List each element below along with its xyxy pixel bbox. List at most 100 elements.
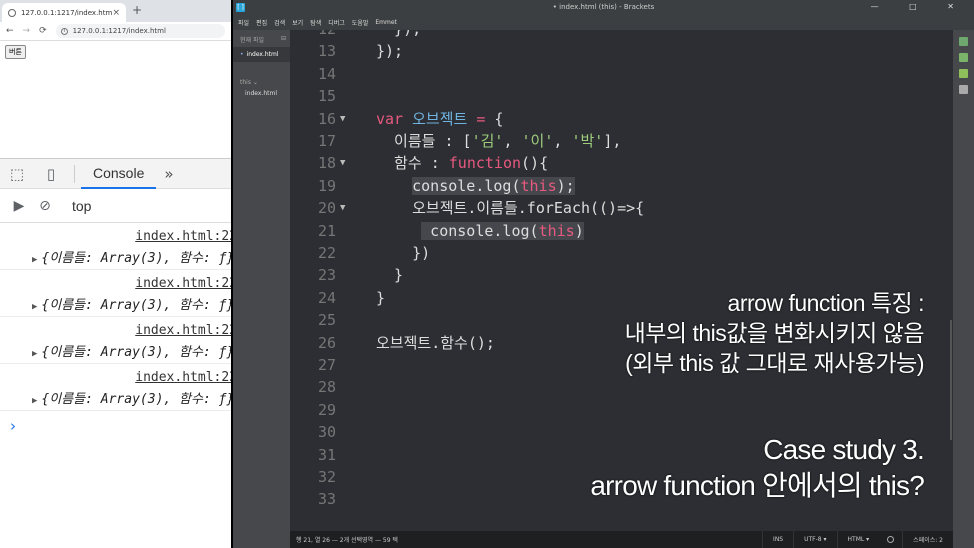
code-line[interactable]: 28	[290, 376, 950, 398]
expand-triangle-icon[interactable]: ▶	[32, 349, 37, 359]
line-number: 25	[317, 311, 336, 330]
tab-strip: 127.0.0.1:1217/index.html × +	[0, 0, 231, 22]
expand-triangle-icon[interactable]: ▶	[32, 255, 37, 265]
devtools-panel: ⬚ ▯ Console » ▶ ⊘ top index.html:22 ▶ {이름들…	[0, 158, 231, 548]
window-controls[interactable]: — □ ✕	[871, 2, 968, 11]
back-icon[interactable]: ←	[6, 26, 14, 36]
inspect-element-icon[interactable]: ⬚	[0, 159, 34, 189]
fold-arrow-icon[interactable]: ▼	[340, 108, 345, 130]
fold-arrow-icon[interactable]: ▼	[340, 197, 345, 219]
console-log-entry: index.html:22 ▶ {이름들: Array(3), 함수: ƒ}	[0, 317, 231, 364]
console-log-entry: index.html:22 ▶ {이름들: Array(3), 함수: ƒ}	[0, 364, 231, 411]
line-number: 17	[317, 132, 336, 150]
line-number: 30	[317, 423, 336, 442]
log-source-link[interactable]: index.html:22	[135, 276, 231, 291]
annotation-line: arrow function 안에서의 this?	[590, 470, 924, 501]
expand-triangle-icon[interactable]: ▶	[32, 302, 37, 312]
project-file-item[interactable]: index.html	[233, 86, 290, 101]
code-text: }	[376, 266, 404, 285]
annotation-line: 내부의 this값을 변화시키지 않음	[624, 320, 925, 346]
log-object[interactable]: ▶ {이름들: Array(3), 함수: ƒ}	[32, 294, 231, 313]
log-object[interactable]: ▶ {이름들: Array(3), 함수: ƒ}	[32, 388, 231, 407]
code-text: })	[376, 244, 431, 262]
log-source-link[interactable]: index.html:22	[135, 323, 231, 338]
log-source-link[interactable]: index.html:22	[135, 229, 231, 244]
forward-icon[interactable]: →	[23, 26, 31, 36]
extension-icon[interactable]	[959, 69, 968, 78]
menu-item[interactable]: 검색	[274, 18, 285, 27]
code-line[interactable]: 12 });	[290, 30, 950, 40]
line-number: 20	[317, 199, 336, 218]
status-bar: 행 21, 열 26 — 2개 선택영역 — 59 텍 INS UTF-8 ▾ …	[290, 531, 953, 548]
context-selector[interactable]: top	[72, 198, 91, 214]
tab-console[interactable]: Console	[81, 159, 157, 189]
log-source-link[interactable]: index.html:22	[135, 370, 231, 385]
menu-item[interactable]: 편집	[256, 18, 267, 27]
split-view-icon[interactable]: ⊟	[281, 35, 286, 42]
menu-item[interactable]: 파일	[238, 18, 249, 27]
scroll-thumb[interactable]	[950, 320, 952, 440]
browser-window: 127.0.0.1:1217/index.html × + ← → ⟳ i 12…	[0, 0, 231, 548]
more-tabs-icon[interactable]: »	[164, 165, 173, 183]
menu-item[interactable]: 도움말	[352, 18, 369, 27]
console-prompt[interactable]: ›	[0, 411, 231, 435]
menu-item[interactable]: 탐색	[310, 18, 321, 27]
encoding-select[interactable]: UTF-8 ▾	[793, 531, 836, 548]
code-line[interactable]: 14	[290, 63, 950, 85]
live-preview-icon[interactable]	[959, 37, 968, 46]
insert-mode[interactable]: INS	[762, 531, 793, 548]
code-line[interactable]: 19 console.log(this);	[290, 175, 950, 197]
annotation-note: arrow function 특징 : 내부의 this값을 변화시키지 않음 (외…	[624, 288, 925, 378]
divider	[74, 164, 75, 183]
code-line[interactable]: 17 이름들 : ['김', '이', '박'],	[290, 130, 950, 152]
code-line[interactable]: 18 ▼ 함수 : function(){	[290, 152, 950, 174]
console-log-entry: index.html:22 ▶ {이름들: Array(3), 함수: ƒ}	[0, 270, 231, 317]
annotation-case-title: Case study 3. arrow function 안에서의 this?	[590, 432, 924, 504]
device-toggle-icon[interactable]: ▯	[34, 159, 68, 189]
working-file-item[interactable]: • index.html	[233, 47, 290, 62]
address-bar[interactable]: i 127.0.0.1:1217/index.html	[55, 24, 225, 38]
reload-icon[interactable]: ⟳	[39, 26, 47, 36]
indent-setting[interactable]: 스페이스: 2	[902, 531, 953, 548]
extension-manager-icon[interactable]	[959, 53, 968, 62]
code-line[interactable]: 23 }	[290, 264, 950, 286]
line-number: 15	[317, 87, 336, 106]
project-header[interactable]: this ⌄	[233, 74, 290, 86]
code-line[interactable]: 29	[290, 399, 950, 421]
editor-scrollbar[interactable]	[950, 30, 952, 531]
search-icon[interactable]	[959, 85, 968, 94]
brackets-window: [ ] • index.html (this) - Brackets — □ ✕…	[233, 0, 974, 548]
line-number: 29	[317, 400, 336, 419]
log-object[interactable]: ▶ {이름들: Array(3), 함수: ƒ}	[32, 341, 231, 360]
annotation-line: arrow function 특징 :	[727, 290, 925, 316]
menu-item[interactable]: 보기	[292, 18, 303, 27]
log-object[interactable]: ▶ {이름들: Array(3), 함수: ƒ}	[32, 247, 231, 266]
fold-arrow-icon[interactable]: ▼	[340, 152, 345, 174]
info-icon[interactable]: i	[60, 27, 68, 35]
code-line[interactable]: 21 console.log(this)	[290, 220, 950, 242]
code-text: console.log(this)	[421, 221, 584, 240]
menu-item[interactable]: 디버그	[328, 18, 345, 27]
code-text: }	[376, 288, 386, 307]
sidebar-toggle-icon[interactable]: ▶	[6, 198, 32, 214]
new-tab-button[interactable]: +	[132, 3, 142, 17]
code-line[interactable]: 16 ▼ var 오브젝트 = {	[290, 108, 950, 130]
code-text: 오브젝트.이름들.forEach(()=>{	[376, 199, 645, 218]
browser-tab[interactable]: 127.0.0.1:1217/index.html ×	[2, 3, 126, 22]
menu-item[interactable]: Emmet	[375, 19, 397, 26]
code-line[interactable]: 15	[290, 85, 950, 107]
annotation-line: (외부 this 값 그대로 재사용가능)	[625, 350, 924, 376]
line-number: 16	[317, 109, 336, 128]
code-line[interactable]: 13});	[290, 40, 950, 62]
close-tab-icon[interactable]: ×	[112, 8, 120, 18]
code-line[interactable]: 20 ▼ 오브젝트.이름들.forEach(()=>{	[290, 197, 950, 219]
code-line[interactable]: 22 })	[290, 242, 950, 264]
line-number: 18	[317, 154, 336, 173]
working-files-header: 현재 파일 ⊟	[240, 35, 286, 44]
url-text: 127.0.0.1:1217/index.html	[72, 27, 166, 35]
expand-triangle-icon[interactable]: ▶	[32, 396, 37, 406]
language-select[interactable]: HTML ▾	[836, 531, 880, 548]
page-button[interactable]: 버튼	[5, 45, 26, 59]
clear-console-icon[interactable]: ⊘	[32, 198, 58, 214]
title-bar: [ ] • index.html (this) - Brackets — □ ✕	[233, 0, 974, 15]
